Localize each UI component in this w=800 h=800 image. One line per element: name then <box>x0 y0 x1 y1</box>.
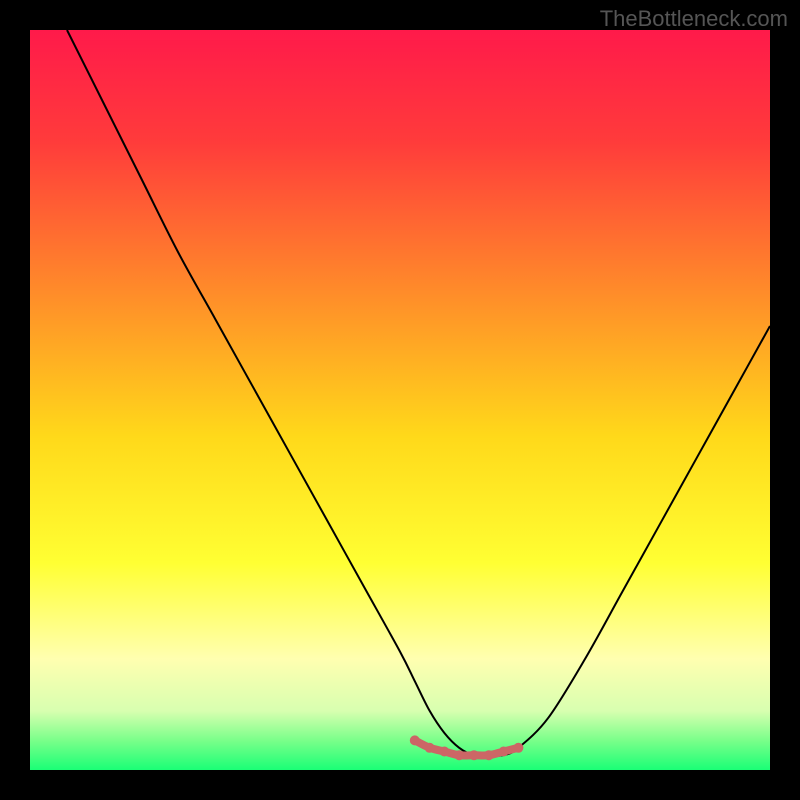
optimal-zone-dot <box>410 735 420 745</box>
optimal-zone-dot <box>454 750 464 760</box>
chart-curve-layer <box>30 30 770 770</box>
bottleneck-curve <box>67 30 770 756</box>
chart-frame <box>30 30 770 770</box>
optimal-zone-dot <box>484 750 494 760</box>
optimal-zone-dot <box>513 743 523 753</box>
watermark-text: TheBottleneck.com <box>600 6 788 32</box>
optimal-zone-dot <box>425 743 435 753</box>
optimal-zone-dot <box>499 747 509 757</box>
optimal-zone-dot <box>439 747 449 757</box>
optimal-zone-dot <box>469 750 479 760</box>
